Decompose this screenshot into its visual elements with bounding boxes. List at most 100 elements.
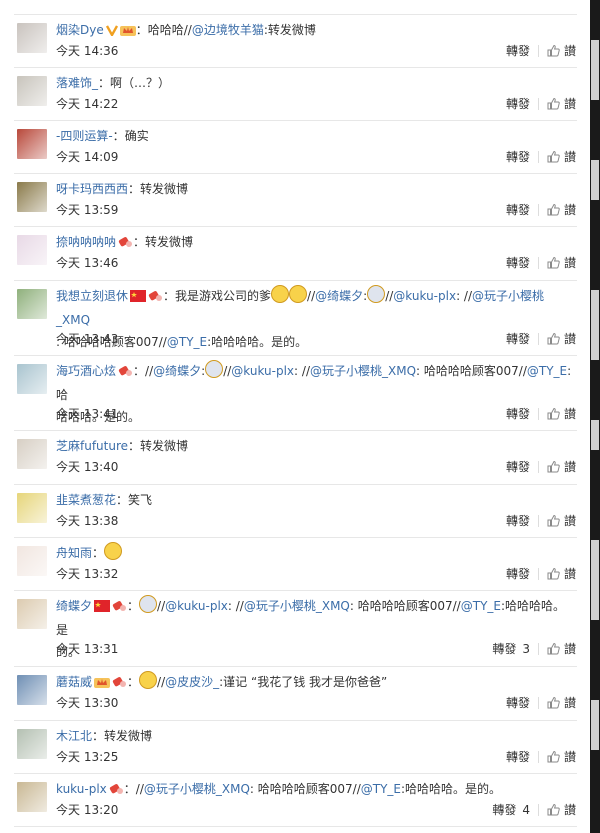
mention-link[interactable]: @kuku-plx bbox=[231, 364, 294, 378]
repost-button[interactable]: 轉發 3 bbox=[492, 640, 530, 657]
like-label[interactable]: 讃 bbox=[564, 640, 576, 657]
username-link[interactable]: 舟知雨 bbox=[56, 546, 92, 560]
like-label[interactable]: 讃 bbox=[564, 694, 576, 711]
mention-link[interactable]: @玩子小樱桃_XMQ bbox=[310, 364, 416, 378]
repost-button[interactable]: 轉發 bbox=[506, 748, 530, 765]
avatar[interactable] bbox=[17, 182, 47, 212]
thumbs-up-icon[interactable] bbox=[547, 642, 560, 655]
mention-link[interactable]: @玩子小樱桃_XMQ bbox=[244, 599, 350, 613]
username-link[interactable]: 芝麻fufuture bbox=[56, 439, 128, 453]
repost-label: 轉發 bbox=[505, 514, 530, 528]
mention-link[interactable]: @皮皮沙_ bbox=[165, 675, 219, 689]
mention-link[interactable]: @TY_E bbox=[361, 782, 401, 796]
repost-button[interactable]: 轉發 bbox=[506, 565, 530, 582]
like-label[interactable]: 讃 bbox=[564, 748, 576, 765]
repost-button[interactable]: 轉發 bbox=[506, 42, 530, 59]
like-label[interactable]: 讃 bbox=[564, 42, 576, 59]
repost-button[interactable]: 轉發 bbox=[506, 254, 530, 271]
like-label[interactable]: 讃 bbox=[564, 405, 576, 422]
avatar[interactable] bbox=[17, 782, 47, 812]
username-link[interactable]: 捺呐呐呐呐 bbox=[56, 235, 116, 249]
username-link[interactable]: 蘑菇威 bbox=[56, 675, 92, 689]
avatar[interactable] bbox=[17, 599, 47, 629]
username-link[interactable]: 海巧酒心炫 bbox=[56, 364, 116, 378]
action-divider bbox=[537, 44, 539, 57]
repost-button[interactable]: 轉發 bbox=[506, 405, 530, 422]
comment-time: 今天 14:22 bbox=[56, 97, 119, 111]
repost-button[interactable]: 轉發 bbox=[506, 95, 530, 112]
repost-button[interactable]: 轉發 bbox=[506, 512, 530, 529]
avatar[interactable] bbox=[17, 546, 47, 576]
row-divider bbox=[14, 355, 577, 356]
mention-link[interactable]: @边境牧羊猫 bbox=[192, 23, 264, 37]
username-link[interactable]: 韭菜煮葱花 bbox=[56, 493, 116, 507]
mention-link[interactable]: @TY_E bbox=[461, 599, 501, 613]
thumbs-up-icon[interactable] bbox=[547, 407, 560, 420]
repost-button[interactable]: 轉發 4 bbox=[492, 801, 530, 818]
row-divider bbox=[14, 590, 577, 591]
repost-button[interactable]: 轉發 bbox=[506, 201, 530, 218]
comment-time: 今天 13:31 bbox=[56, 642, 119, 656]
repost-button[interactable]: 轉發 bbox=[506, 330, 530, 347]
username-link[interactable]: 我想立刻退休 bbox=[56, 289, 128, 303]
thumbs-up-icon[interactable] bbox=[547, 256, 560, 269]
comment-text: // bbox=[145, 364, 154, 378]
colon-separator: ： bbox=[92, 729, 105, 743]
thumbs-up-icon[interactable] bbox=[547, 460, 560, 473]
avatar[interactable] bbox=[17, 493, 47, 523]
avatar[interactable] bbox=[17, 235, 47, 265]
thumbs-up-icon[interactable] bbox=[547, 750, 560, 763]
like-label[interactable]: 讃 bbox=[564, 254, 576, 271]
thumbs-up-icon[interactable] bbox=[547, 514, 560, 527]
avatar[interactable] bbox=[17, 23, 47, 53]
username-link[interactable]: 绮蝶夕 bbox=[56, 599, 92, 613]
username-link[interactable]: 呀卡玛西西西 bbox=[56, 182, 128, 196]
thumbs-up-icon[interactable] bbox=[547, 150, 560, 163]
repost-button[interactable]: 轉發 bbox=[506, 458, 530, 475]
avatar[interactable] bbox=[17, 129, 47, 159]
mention-link[interactable]: @绮蝶夕 bbox=[315, 289, 363, 303]
like-label[interactable]: 讃 bbox=[564, 148, 576, 165]
grin-emoji bbox=[289, 285, 308, 303]
thumbs-up-icon[interactable] bbox=[547, 97, 560, 110]
thumbs-up-icon[interactable] bbox=[547, 332, 560, 345]
like-label[interactable]: 讃 bbox=[564, 458, 576, 475]
avatar[interactable] bbox=[17, 439, 47, 469]
thumbs-up-icon[interactable] bbox=[547, 203, 560, 216]
comment-actions: 轉發 3 讃 bbox=[492, 640, 576, 657]
avatar[interactable] bbox=[17, 364, 47, 394]
mention-link[interactable]: @玩子小樱桃_XMQ bbox=[144, 782, 250, 796]
username-link[interactable]: 木江北 bbox=[56, 729, 92, 743]
username-link[interactable]: 落难饰_ bbox=[56, 76, 98, 90]
mention-link[interactable]: @绮蝶夕 bbox=[153, 364, 201, 378]
repost-button[interactable]: 轉發 bbox=[506, 694, 530, 711]
username-link[interactable]: -四则运算- bbox=[56, 129, 113, 143]
row-divider bbox=[14, 537, 577, 538]
mention-link[interactable]: @kuku-plx bbox=[165, 599, 228, 613]
like-label[interactable]: 讃 bbox=[564, 801, 576, 818]
repost-button[interactable]: 轉發 bbox=[506, 148, 530, 165]
like-label[interactable]: 讃 bbox=[564, 201, 576, 218]
avatar[interactable] bbox=[17, 675, 47, 705]
like-label[interactable]: 讃 bbox=[564, 95, 576, 112]
like-label[interactable]: 讃 bbox=[564, 330, 576, 347]
avatar[interactable] bbox=[17, 729, 47, 759]
row-divider bbox=[14, 226, 577, 227]
mention-link[interactable]: @TY_E bbox=[527, 364, 567, 378]
like-label[interactable]: 讃 bbox=[564, 512, 576, 529]
username-link[interactable]: 烟染Dye bbox=[56, 23, 104, 37]
mention-link[interactable]: @kuku-plx bbox=[393, 289, 456, 303]
avatar[interactable] bbox=[17, 76, 47, 106]
username-link[interactable]: kuku-plx bbox=[56, 782, 107, 796]
smirk-emoji bbox=[139, 671, 158, 689]
like-label[interactable]: 讃 bbox=[564, 565, 576, 582]
crown-icon bbox=[94, 673, 111, 695]
comment-text: : // bbox=[456, 289, 473, 303]
mention-link[interactable]: @TY_E bbox=[167, 335, 207, 349]
thumbs-up-icon[interactable] bbox=[547, 696, 560, 709]
thumbs-up-icon[interactable] bbox=[547, 803, 560, 816]
thumbs-up-icon[interactable] bbox=[547, 567, 560, 580]
thumbs-up-icon[interactable] bbox=[547, 44, 560, 57]
avatar[interactable] bbox=[17, 289, 47, 319]
action-divider bbox=[537, 150, 539, 163]
